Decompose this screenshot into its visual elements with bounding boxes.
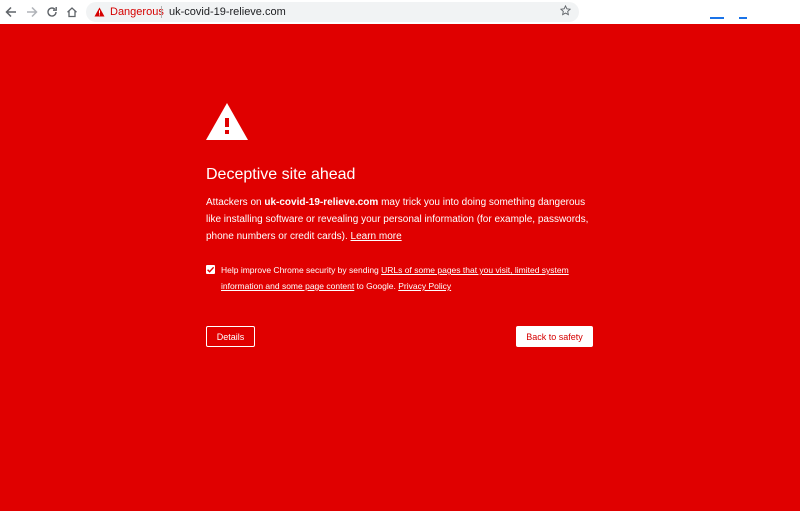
checkmark-icon bbox=[206, 265, 215, 274]
back-to-safety-button[interactable]: Back to safety bbox=[516, 326, 593, 347]
message-line: like installing software or revealing yo… bbox=[206, 214, 589, 225]
warning-triangle-icon bbox=[206, 103, 248, 140]
omnibox-divider bbox=[161, 6, 162, 18]
reload-icon bbox=[46, 6, 58, 18]
extension-indicator bbox=[739, 17, 747, 19]
message-line: phone numbers or credit cards). Learn mo… bbox=[206, 228, 601, 245]
optin-text-after: to Google. bbox=[354, 281, 399, 291]
message-text: phone numbers or credit cards). bbox=[206, 231, 351, 242]
browser-toolbar: Dangerous uk-covid-19-relieve.com bbox=[0, 0, 800, 24]
home-icon bbox=[66, 6, 78, 18]
arrow-left-icon bbox=[5, 6, 17, 18]
main-message: Attackers on uk-covid-19-relieve.com may… bbox=[206, 194, 601, 245]
omnibox[interactable]: Dangerous uk-covid-19-relieve.com bbox=[86, 2, 579, 22]
security-chip[interactable]: Dangerous bbox=[94, 2, 164, 22]
browser-window: Dangerous uk-covid-19-relieve.com Decept… bbox=[0, 0, 800, 511]
bookmark-button[interactable] bbox=[557, 4, 573, 20]
optin-line: Help improve Chrome security by sending … bbox=[221, 262, 601, 278]
learn-more-link[interactable]: Learn more bbox=[351, 231, 402, 242]
message-text: may trick you into doing something dange… bbox=[378, 197, 586, 208]
optin-line: information and some page content to Goo… bbox=[221, 278, 601, 294]
extension-indicator bbox=[710, 17, 724, 19]
details-button[interactable]: Details bbox=[206, 326, 255, 347]
data-collection-link[interactable]: information and some page content bbox=[221, 281, 354, 291]
warning-triangle-icon bbox=[94, 7, 110, 17]
message-line: Attackers on uk-covid-19-relieve.com may… bbox=[206, 194, 601, 211]
arrow-right-icon bbox=[26, 6, 38, 18]
privacy-policy-link[interactable]: Privacy Policy bbox=[398, 281, 451, 291]
page-title: Deceptive site ahead bbox=[206, 166, 356, 183]
optin-checkbox[interactable] bbox=[206, 265, 215, 274]
star-icon bbox=[559, 3, 571, 21]
forward-button[interactable] bbox=[23, 3, 41, 21]
dangerous-domain: uk-covid-19-relieve.com bbox=[264, 197, 379, 208]
optin-text: Help improve Chrome security by sending … bbox=[221, 262, 601, 294]
home-button[interactable] bbox=[63, 3, 81, 21]
security-chip-label: Dangerous bbox=[110, 6, 164, 18]
optin-text-before: Help improve Chrome security by sending bbox=[221, 265, 382, 275]
message-prefix: Attackers on bbox=[206, 197, 265, 208]
reload-button[interactable] bbox=[43, 3, 61, 21]
url-text[interactable]: uk-covid-19-relieve.com bbox=[169, 2, 286, 22]
data-collection-link[interactable]: URLs of some pages that you visit, limit… bbox=[381, 265, 569, 275]
back-button[interactable] bbox=[2, 3, 20, 21]
